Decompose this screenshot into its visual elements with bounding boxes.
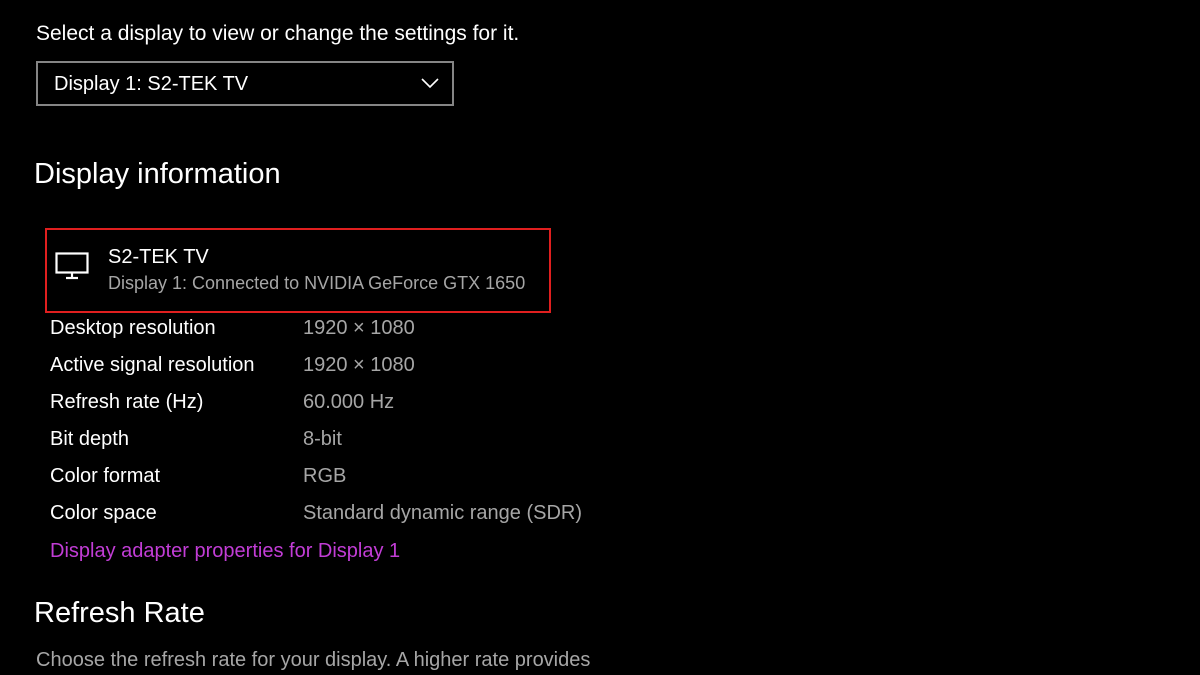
info-row-color-format: Color format RGB xyxy=(50,465,750,495)
monitor-icon xyxy=(55,252,89,280)
info-value: 1920 × 1080 xyxy=(303,354,415,376)
info-label: Bit depth xyxy=(50,428,129,450)
display-info-card: S2-TEK TV Display 1: Connected to NVIDIA… xyxy=(45,228,551,313)
select-display-prompt: Select a display to view or change the s… xyxy=(36,22,520,45)
info-value: 60.000 Hz xyxy=(303,391,395,413)
info-label: Desktop resolution xyxy=(50,317,216,339)
info-row-active-signal-resolution: Active signal resolution 1920 × 1080 xyxy=(50,354,750,384)
display-card-title: S2-TEK TV xyxy=(108,246,209,268)
display-settings-page: Select a display to view or change the s… xyxy=(0,0,1200,675)
display-adapter-properties-link[interactable]: Display adapter properties for Display 1 xyxy=(50,540,400,563)
info-label: Color format xyxy=(50,465,161,487)
info-label: Active signal resolution xyxy=(50,354,255,376)
info-row-bit-depth: Bit depth 8-bit xyxy=(50,428,750,458)
info-value: RGB xyxy=(303,465,347,487)
info-row-refresh-rate: Refresh rate (Hz) 60.000 Hz xyxy=(50,391,750,421)
info-row-color-space: Color space Standard dynamic range (SDR) xyxy=(50,502,750,532)
refresh-rate-description: Choose the refresh rate for your display… xyxy=(36,649,591,671)
info-row-desktop-resolution: Desktop resolution 1920 × 1080 xyxy=(50,317,750,347)
info-value: Standard dynamic range (SDR) xyxy=(303,502,583,524)
info-label: Color space xyxy=(50,502,157,524)
info-value: 8-bit xyxy=(303,428,342,450)
chevron-down-icon xyxy=(421,78,439,89)
info-value: 1920 × 1080 xyxy=(303,317,415,339)
display-card-subtitle: Display 1: Connected to NVIDIA GeForce G… xyxy=(108,273,526,293)
info-label: Refresh rate (Hz) xyxy=(50,391,204,413)
display-information-heading: Display information xyxy=(34,158,281,190)
refresh-rate-heading: Refresh Rate xyxy=(34,597,205,629)
display-dropdown-value: Display 1: S2-TEK TV xyxy=(54,73,249,95)
display-dropdown[interactable]: Display 1: S2-TEK TV xyxy=(36,61,454,106)
